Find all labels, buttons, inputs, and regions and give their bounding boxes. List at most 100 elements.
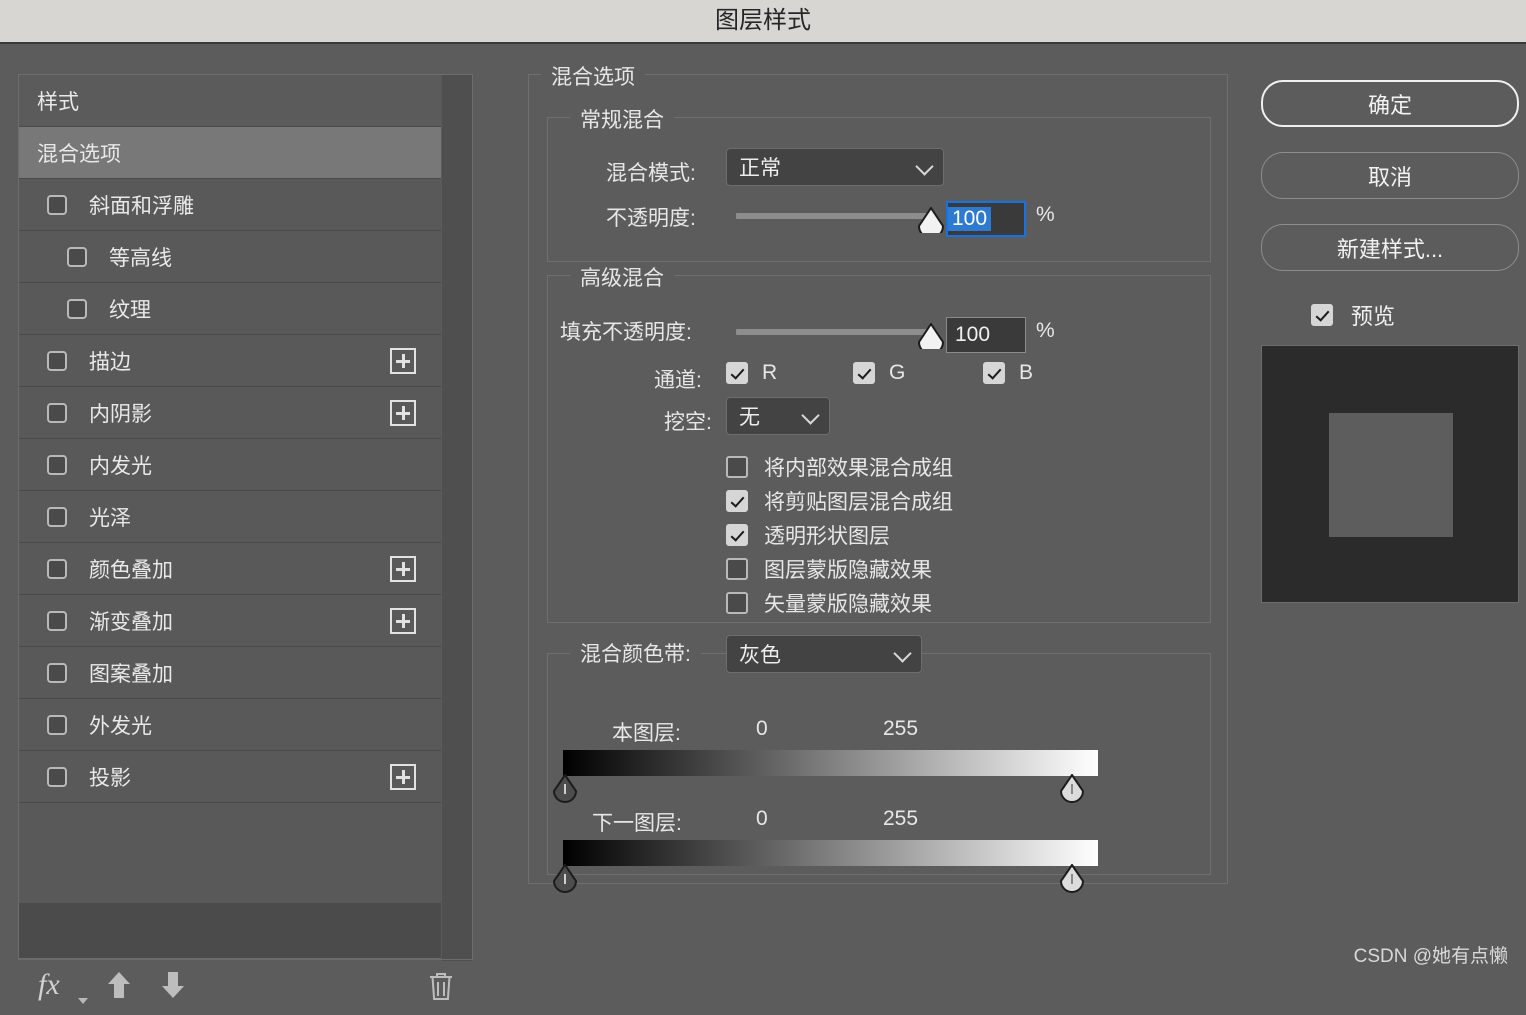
channel-r-checkbox[interactable] xyxy=(726,362,748,384)
style-item-checkbox[interactable] xyxy=(47,714,67,735)
style-list-item[interactable]: 混合选项 xyxy=(19,127,441,179)
style-item-checkbox[interactable] xyxy=(47,350,67,371)
fill-opacity-input[interactable]: 100 xyxy=(946,317,1026,353)
advanced-option-label: 将内部效果混合成组 xyxy=(764,457,953,480)
advanced-option-row[interactable]: 透明形状图层 xyxy=(726,520,890,550)
knockout-label: 挖空: xyxy=(664,411,712,434)
fill-opacity-slider-track[interactable] xyxy=(736,329,932,335)
style-item-checkbox[interactable] xyxy=(47,610,67,631)
style-item-checkbox[interactable] xyxy=(47,454,67,475)
this-layer-black-handle[interactable] xyxy=(552,773,578,804)
style-list-item[interactable]: 投影 xyxy=(19,751,441,803)
advanced-option-row[interactable]: 图层蒙版隐藏效果 xyxy=(726,554,932,584)
fill-opacity-label: 填充不透明度: xyxy=(560,321,692,344)
blend-if-channel-select[interactable]: 灰色 xyxy=(726,635,922,673)
this-layer-white-handle[interactable] xyxy=(1059,773,1085,804)
channel-r-row[interactable]: R xyxy=(726,361,777,385)
style-list-item[interactable]: 斜面和浮雕 xyxy=(19,179,441,231)
style-item-checkbox[interactable] xyxy=(47,402,67,423)
advanced-option-label: 矢量蒙版隐藏效果 xyxy=(764,593,932,616)
styles-list-panel: 样式 混合选项 斜面和浮雕等高线纹理 描边内阴影内发光 光泽 颜色叠加 渐变叠加 图案叠加外发… xyxy=(18,74,473,961)
trash-icon[interactable] xyxy=(427,970,455,1002)
add-effect-plus-icon[interactable] xyxy=(390,607,416,634)
channel-b-checkbox[interactable] xyxy=(983,362,1005,384)
underlying-layer-black-handle[interactable] xyxy=(552,863,578,894)
style-list-item[interactable]: 内发光 xyxy=(19,439,441,491)
advanced-blending-group: 高级混合 填充不透明度: 100 % 通道: R G B 挖空: 无 将内部效果混合… xyxy=(547,262,1211,623)
chevron-down-icon xyxy=(893,644,912,663)
channel-g-checkbox[interactable] xyxy=(853,362,875,384)
style-list-item[interactable]: 纹理 xyxy=(19,283,441,335)
fx-dropdown-caret-icon[interactable] xyxy=(78,998,88,1004)
fill-opacity-value: 100 xyxy=(955,323,991,346)
advanced-option-row[interactable]: 矢量蒙版隐藏效果 xyxy=(726,588,932,618)
channel-g-row[interactable]: G xyxy=(853,361,905,385)
style-list-item[interactable]: 光泽 xyxy=(19,491,441,543)
style-list-item[interactable]: 图案叠加 xyxy=(19,647,441,699)
add-effect-plus-icon[interactable] xyxy=(390,399,416,426)
styles-list-header: 样式 xyxy=(19,75,441,127)
channel-r-label: R xyxy=(762,361,778,384)
advanced-option-label: 将剪贴图层混合成组 xyxy=(764,491,953,514)
blend-mode-select[interactable]: 正常 xyxy=(726,148,944,186)
advanced-option-checkbox[interactable] xyxy=(726,592,748,614)
move-up-icon[interactable] xyxy=(106,970,132,1000)
style-item-checkbox[interactable] xyxy=(47,766,67,787)
advanced-option-row[interactable]: 将内部效果混合成组 xyxy=(726,452,953,482)
add-effect-plus-icon[interactable] xyxy=(390,763,416,790)
add-effect-plus-icon[interactable] xyxy=(390,555,416,582)
style-item-label: 内阴影 xyxy=(89,402,152,426)
styles-list-empty-area xyxy=(19,803,441,903)
advanced-blending-title: 高级混合 xyxy=(570,262,674,292)
advanced-option-checkbox[interactable] xyxy=(726,558,748,580)
cancel-button[interactable]: 取消 xyxy=(1261,152,1519,199)
style-item-label: 投影 xyxy=(89,766,131,790)
style-item-label: 等高线 xyxy=(109,246,172,270)
style-list-item[interactable]: 描边 xyxy=(19,335,441,387)
this-layer-white-value: 255 xyxy=(883,717,919,740)
underlying-layer-white-handle[interactable] xyxy=(1059,863,1085,894)
general-blending-group: 常规混合 混合模式: 正常 不透明度: 100 % xyxy=(547,104,1211,262)
channels-label: 通道: xyxy=(654,369,702,392)
style-item-checkbox[interactable] xyxy=(67,246,87,267)
this-layer-gradient-bar[interactable] xyxy=(563,750,1098,776)
style-list-item[interactable]: 等高线 xyxy=(19,231,441,283)
style-list-item[interactable]: 颜色叠加 xyxy=(19,543,441,595)
styles-panel-toolbar: fx xyxy=(18,959,473,1015)
style-list-item[interactable]: 渐变叠加 xyxy=(19,595,441,647)
opacity-slider-track[interactable] xyxy=(736,213,932,219)
style-list-item[interactable]: 外发光 xyxy=(19,699,441,751)
blend-if-label: 混合颜色带: xyxy=(570,638,701,668)
preview-checkbox-row[interactable]: 预览 xyxy=(1311,299,1395,331)
advanced-option-checkbox[interactable] xyxy=(726,490,748,512)
move-down-icon[interactable] xyxy=(160,970,186,1000)
style-item-checkbox[interactable] xyxy=(47,662,67,683)
fill-opacity-unit: % xyxy=(1036,319,1055,342)
style-item-checkbox[interactable] xyxy=(47,506,67,527)
opacity-input[interactable]: 100 xyxy=(946,201,1026,237)
style-item-checkbox[interactable] xyxy=(47,194,67,215)
advanced-option-label: 透明形状图层 xyxy=(764,525,890,548)
style-item-checkbox[interactable] xyxy=(67,298,87,319)
underlying-layer-white-value: 255 xyxy=(883,807,919,830)
general-blending-title: 常规混合 xyxy=(570,104,674,134)
ok-button[interactable]: 确定 xyxy=(1261,80,1519,127)
styles-list[interactable]: 样式 混合选项 斜面和浮雕等高线纹理 描边内阴影内发光 光泽 颜色叠加 渐变叠加 图案叠加外发… xyxy=(19,75,441,961)
blend-if-channel-value: 灰色 xyxy=(739,644,781,667)
style-list-item[interactable]: 内阴影 xyxy=(19,387,441,439)
opacity-unit: % xyxy=(1036,203,1055,226)
style-item-label: 外发光 xyxy=(89,714,152,738)
watermark: CSDN @她有点懒 xyxy=(1353,946,1508,967)
styles-list-scrollbar[interactable] xyxy=(441,75,472,961)
underlying-layer-gradient-bar[interactable] xyxy=(563,840,1098,866)
style-item-checkbox[interactable] xyxy=(47,558,67,579)
knockout-select[interactable]: 无 xyxy=(726,397,830,435)
advanced-option-row[interactable]: 将剪贴图层混合成组 xyxy=(726,486,953,516)
channel-b-row[interactable]: B xyxy=(983,361,1033,385)
preview-checkbox[interactable] xyxy=(1311,304,1333,326)
new-style-button[interactable]: 新建样式... xyxy=(1261,224,1519,271)
add-effect-plus-icon[interactable] xyxy=(390,347,416,374)
advanced-option-checkbox[interactable] xyxy=(726,456,748,478)
advanced-option-checkbox[interactable] xyxy=(726,524,748,546)
fx-icon[interactable]: fx xyxy=(38,968,60,1002)
